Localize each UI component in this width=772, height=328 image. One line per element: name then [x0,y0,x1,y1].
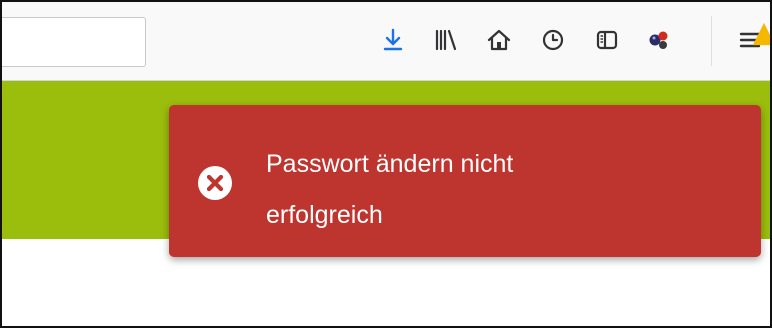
error-toast[interactable]: Passwort ändern nicht erfolgreich [169,105,761,257]
warning-badge-icon [751,21,770,46]
toolbar-separator [711,16,712,66]
download-icon[interactable] [380,27,406,53]
browser-toolbar [2,2,770,81]
address-bar-input[interactable] [2,17,146,67]
history-icon[interactable] [540,27,566,53]
sidebar-icon[interactable] [594,27,620,53]
menu-icon[interactable] [737,22,770,53]
toast-message: Passwort ändern nicht erfolgreich [266,150,514,229]
library-icon[interactable] [433,27,459,53]
home-icon[interactable] [486,27,512,53]
browser-window: Passwort ändern nicht erfolgreich [0,0,772,328]
extension-icon[interactable] [646,27,672,53]
error-circle-icon [197,165,233,201]
